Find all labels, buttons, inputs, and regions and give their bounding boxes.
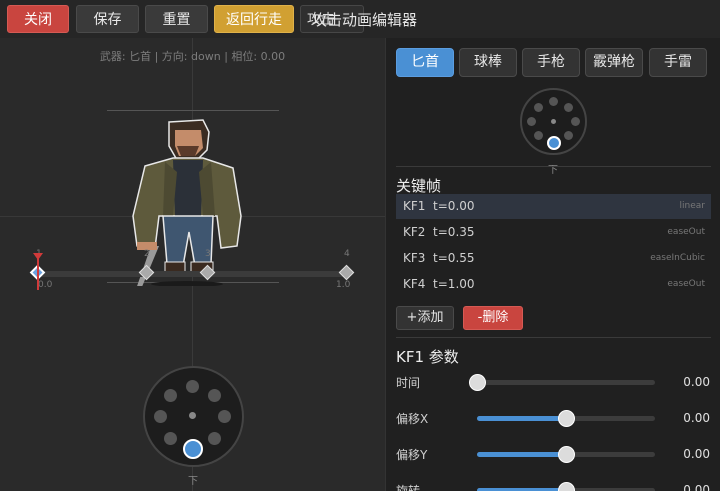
weapon-direction-label: 下 [548, 165, 558, 176]
keyframes-title: 关键帧 [396, 177, 442, 195]
slider-thumb[interactable] [558, 410, 575, 427]
direction-up[interactable] [186, 380, 199, 393]
keyframe-row-3[interactable]: KF3 t=0.55 easeInCubic [396, 246, 711, 271]
timeline-keyframe-4[interactable] [338, 264, 355, 281]
divider [396, 337, 711, 338]
param-value-rotation: 0.00 [683, 483, 710, 491]
timeline-marker-3: 3 [205, 249, 211, 259]
delete-keyframe-button[interactable]: -删除 [463, 306, 523, 330]
weapon-direction-down-right[interactable] [564, 131, 573, 140]
weapon-direction-up-left[interactable] [534, 103, 543, 112]
timeline-track[interactable] [38, 271, 348, 277]
direction-up-left[interactable] [164, 389, 177, 402]
param-value-offset-y: 0.00 [683, 447, 710, 461]
weapon-tab-dagger[interactable]: 匕首 [396, 48, 454, 77]
direction-left[interactable] [154, 410, 167, 423]
direction-label: 下 [188, 476, 198, 487]
timeline-marker-2: 2 [144, 249, 150, 259]
timeline-end-label: 1.0 [336, 280, 351, 290]
param-label-offset-x: 偏移X [396, 412, 429, 426]
weapon-tab-shotgun[interactable]: 霰弹枪 [585, 48, 643, 77]
keyframe-ease: easeOut [667, 227, 705, 237]
back-to-walk-button[interactable]: 返回行走 [214, 5, 294, 33]
weapon-direction-down[interactable] [547, 136, 561, 150]
slider-fill [477, 452, 566, 457]
direction-down-right[interactable] [208, 432, 221, 445]
toolbar: 关闭 保存 重置 返回行走 攻击 攻击动画编辑器 [0, 0, 720, 38]
properties-panel: 匕首 球棒 手枪 霰弹枪 手雷 下 关键帧 KF1 t=0.00 linear … [385, 38, 720, 491]
keyframe-row-1[interactable]: KF1 t=0.00 linear [396, 194, 711, 219]
weapon-direction-pad[interactable] [520, 88, 587, 155]
slider-offset-x[interactable] [477, 410, 655, 427]
param-label-rotation: 旋转 [396, 484, 421, 491]
reset-button[interactable]: 重置 [145, 5, 208, 33]
keyframe-ease: easeOut [667, 279, 705, 289]
slider-thumb[interactable] [469, 374, 486, 391]
weapon-direction-down-left[interactable] [534, 131, 543, 140]
keyframe-ease: linear [679, 201, 705, 211]
app-title: 攻击动画编辑器 [312, 11, 418, 29]
timeline-marker-4: 4 [344, 249, 350, 259]
slider-time[interactable] [469, 374, 655, 391]
close-button[interactable]: 关闭 [7, 5, 69, 33]
param-label-offset-y: 偏移Y [396, 448, 428, 462]
weapon-tab-bat[interactable]: 球棒 [459, 48, 517, 77]
direction-pad[interactable] [143, 366, 244, 467]
add-keyframe-button[interactable]: +添加 [396, 306, 454, 330]
keyframe-row-4[interactable]: KF4 t=1.00 easeOut [396, 272, 711, 297]
weapon-direction-center [551, 119, 556, 124]
slider-thumb[interactable] [558, 482, 575, 491]
keyframe-ease: easeInCubic [650, 253, 705, 263]
status-info: 武器: 匕首 | 方向: down | 相位: 0.00 [99, 50, 286, 63]
param-value-time: 0.00 [683, 375, 710, 389]
weapon-direction-up[interactable] [549, 97, 558, 106]
slider-fill [477, 416, 566, 421]
direction-right[interactable] [218, 410, 231, 423]
keyframe-row-2[interactable]: KF2 t=0.35 easeOut [396, 220, 711, 245]
weapon-direction-right[interactable] [571, 117, 580, 126]
direction-down-left[interactable] [164, 432, 177, 445]
weapon-tab-pistol[interactable]: 手枪 [522, 48, 580, 77]
keyframe-name: KF1 t=0.00 [403, 199, 475, 213]
weapon-direction-left[interactable] [527, 117, 536, 126]
slider-thumb[interactable] [558, 446, 575, 463]
param-label-time: 时间 [396, 376, 421, 390]
keyframe-name: KF2 t=0.35 [403, 225, 475, 239]
weapon-tab-grenade[interactable]: 手雷 [649, 48, 707, 77]
direction-pad-center [189, 412, 196, 419]
direction-down[interactable] [183, 439, 203, 459]
character-sprite[interactable] [125, 116, 260, 286]
param-value-offset-x: 0.00 [683, 411, 710, 425]
weapon-direction-up-right[interactable] [564, 103, 573, 112]
keyframe-name: KF3 t=0.55 [403, 251, 475, 265]
slider-offset-y[interactable] [477, 446, 655, 463]
params-title: KF1 参数 [396, 348, 459, 366]
guide-line-top [107, 110, 279, 111]
divider [396, 166, 711, 167]
keyframe-name: KF4 t=1.00 [403, 277, 475, 291]
save-button[interactable]: 保存 [76, 5, 139, 33]
direction-up-right[interactable] [208, 389, 221, 402]
preview-canvas[interactable]: 武器: 匕首 | 方向: down | 相位: 0.00 1 2 3 4 0.0… [0, 38, 385, 491]
playhead-handle[interactable] [33, 253, 43, 260]
timeline-start-label: 0.0 [38, 280, 53, 290]
